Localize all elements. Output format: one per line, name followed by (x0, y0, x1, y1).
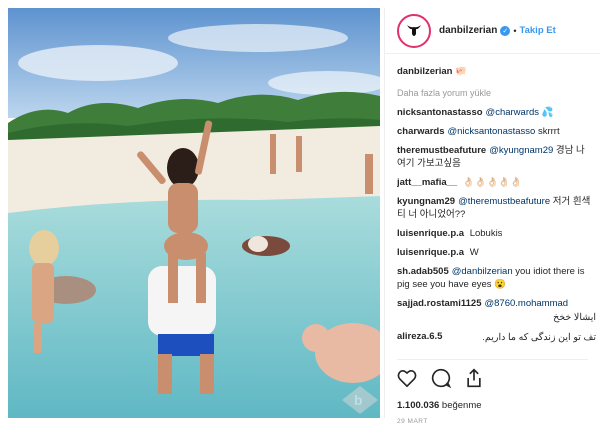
comment-item: sh.adab505 @danbilzerian you idiot there … (397, 265, 596, 291)
comment-username[interactable]: luisenrique.p.a (397, 228, 464, 239)
comment-text: 👌🏻👌🏻👌🏻👌🏻👌🏻 (462, 177, 522, 188)
comment-text: 💦 (541, 107, 554, 118)
comment-username[interactable]: luisenrique.p.a (397, 247, 464, 258)
comment-text: تف تو این زندگی که ما داریم. (482, 332, 596, 343)
comment-username[interactable]: charwards (397, 126, 445, 137)
comment-text: W (469, 247, 479, 258)
post-caption: danbilzerian 🐖 (397, 66, 596, 77)
post-actions: 1.100.036 beğenme 29 MART (397, 359, 588, 425)
comment-mention[interactable]: @8760.mohammad (485, 298, 569, 309)
comment-mention[interactable]: @charwards (486, 107, 539, 118)
comment-item: jatt__mafia__ 👌🏻👌🏻👌🏻👌🏻👌🏻 (397, 176, 596, 189)
caption-username[interactable]: danbilzerian (397, 66, 452, 77)
post-side-panel: danbilzerian ✓ • Takip Et danbilzerian 🐖… (384, 8, 600, 425)
comment-mention[interactable]: @nicksantonastasso (448, 126, 536, 137)
comment-username[interactable]: alireza.6.5 (397, 331, 442, 342)
comment-username[interactable]: sh.adab505 (397, 266, 449, 277)
load-more-comments-button[interactable]: Daha fazla yorum yükle (397, 88, 596, 98)
svg-text:b: b (354, 392, 363, 408)
comment-text: skrrrt (537, 126, 560, 137)
share-icon[interactable] (465, 368, 483, 388)
post-date: 29 MART (397, 418, 428, 425)
likes-count[interactable]: 1.100.036 beğenme (397, 400, 588, 411)
comment-username[interactable]: kyungnam29 (397, 196, 455, 207)
likes-label: beğenme (441, 400, 482, 411)
comment-mention[interactable]: @theremustbeafuture (458, 196, 550, 207)
comments-list[interactable]: danbilzerian 🐖 Daha fazla yorum yükle ni… (397, 66, 596, 353)
follow-button[interactable]: Takip Et (520, 25, 556, 36)
pig-emoji-icon: 🐖 (455, 66, 467, 77)
goat-logo-icon (401, 17, 427, 44)
comment-mention[interactable]: @danbilzerian (452, 266, 513, 277)
comment-mention[interactable]: @kyungnam29 (489, 145, 553, 156)
header-username[interactable]: danbilzerian (439, 25, 497, 36)
comment-item: nicksantonastasso @charwards 💦 (397, 106, 596, 119)
action-icons (397, 368, 588, 388)
post-header: danbilzerian ✓ • Takip Et (385, 8, 600, 54)
comment-item: charwards @nicksantonastasso skrrrt (397, 125, 596, 138)
likes-number: 1.100.036 (397, 400, 440, 411)
comment-username[interactable]: sajjad.rostami1125 (397, 298, 482, 309)
comment-username[interactable]: jatt__mafia__ (397, 177, 457, 188)
heart-icon[interactable] (397, 369, 417, 387)
comment-item: luisenrique.p.a W (397, 246, 596, 259)
comment-bubble-icon[interactable] (431, 368, 451, 388)
post-photo[interactable]: b (8, 8, 380, 418)
comment-text: ایشالا خخخ (553, 312, 596, 323)
verified-badge-icon: ✓ (500, 25, 511, 36)
comment-username[interactable]: nicksantonastasso (397, 107, 483, 118)
comment-item: sajjad.rostami1125 @8760.mohammad ایشالا … (397, 297, 596, 324)
comment-item: theremustbeafuture @kyungnam29 경남 나 여기 가보… (397, 144, 596, 170)
separator-dot: • (513, 25, 517, 36)
comment-username[interactable]: theremustbeafuture (397, 145, 486, 156)
comment-text: Lobukis (469, 228, 503, 239)
comment-item: luisenrique.p.a Lobukis (397, 227, 596, 240)
avatar[interactable] (397, 13, 431, 48)
comment-item: kyungnam29 @theremustbeafuture 저거 흰색티 너 아… (397, 195, 596, 221)
comment-item: alireza.6.5 تف تو این زندگی که ما داریم. (397, 330, 596, 343)
